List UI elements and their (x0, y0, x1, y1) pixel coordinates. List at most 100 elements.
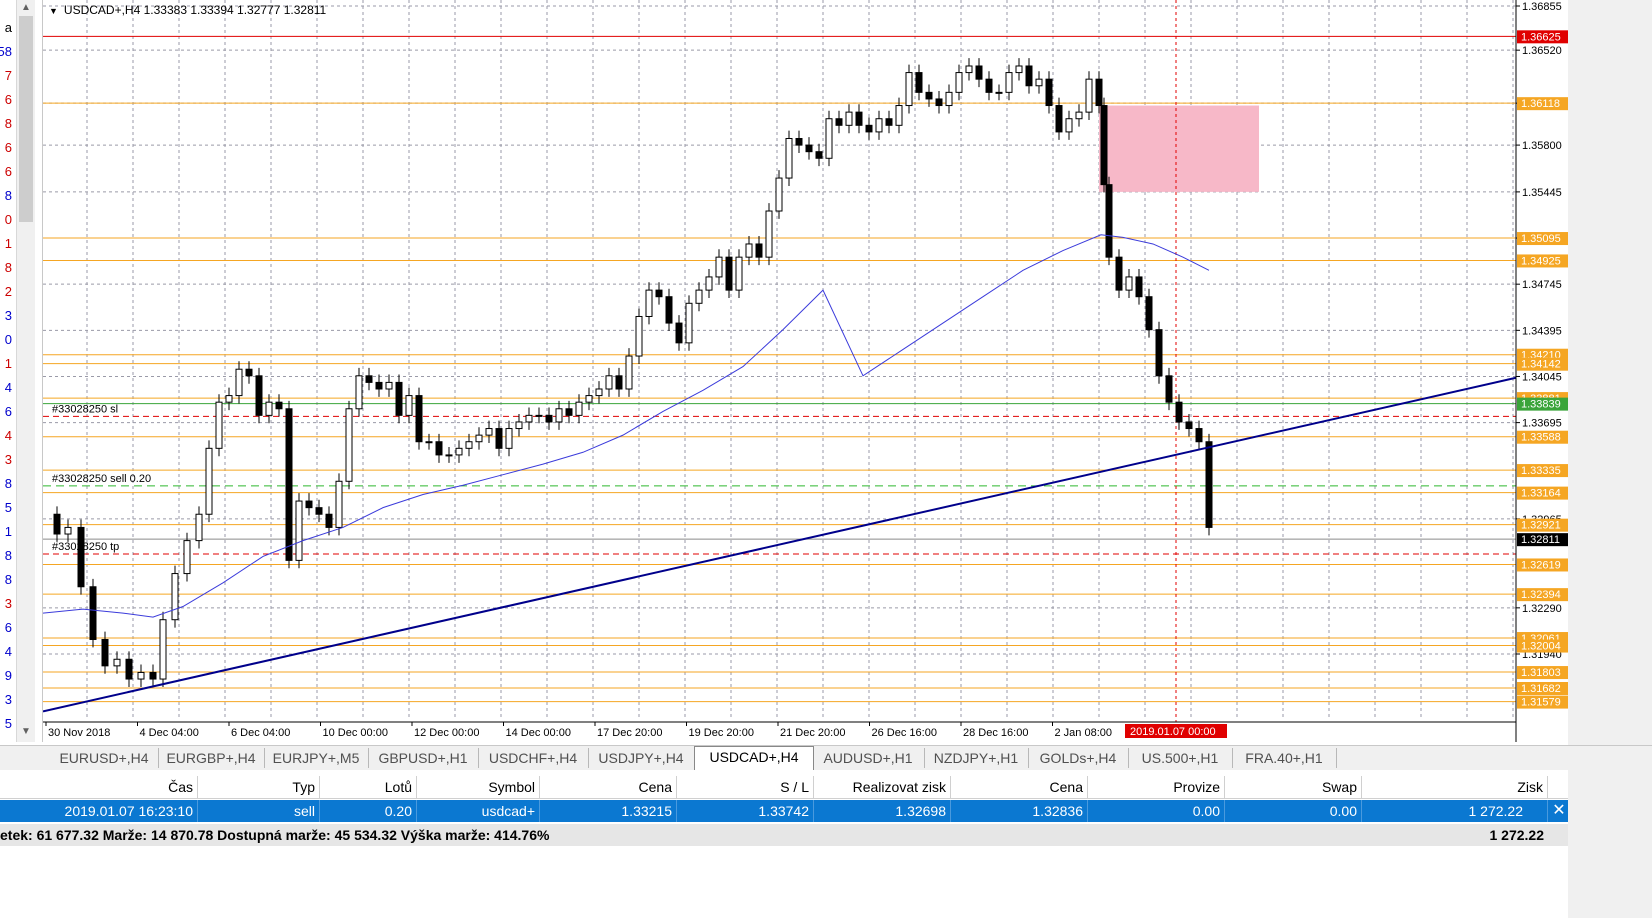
bullish-candle (295, 500, 303, 561)
column-header[interactable]: Provize (1088, 776, 1225, 798)
bullish-candle (965, 65, 973, 74)
market-watch-value: 8 (4, 260, 12, 275)
column-header[interactable]: Realizovat zisk (814, 776, 951, 798)
bullish-candle (385, 381, 393, 390)
collapse-triangle-icon[interactable]: ▼ (49, 6, 58, 16)
bullish-candle (171, 573, 179, 621)
bearish-candle (89, 586, 97, 640)
bullish-candle (405, 395, 413, 416)
market-watch-value: 6 (4, 620, 12, 635)
market-watch-value: 3 (4, 452, 12, 467)
tab-usdchf-h4[interactable]: USDCHF+,H4 (478, 748, 589, 768)
column-header[interactable]: S / L (677, 776, 814, 798)
scroll-down-icon[interactable]: ▼ (21, 726, 31, 737)
bullish-candle (735, 256, 743, 291)
price-tag: 1.32619 (1521, 559, 1561, 571)
bearish-candle (545, 414, 553, 423)
bearish-candle (315, 507, 323, 515)
bullish-candle (575, 401, 583, 416)
bearish-candle (985, 78, 993, 93)
tab-usdcad-h4[interactable]: USDCAD+,H4 (694, 746, 814, 770)
bearish-candle (565, 408, 573, 416)
price-tag: 1.34925 (1521, 255, 1561, 267)
trade-cell: 1.33742 (677, 800, 814, 822)
bearish-candle (865, 124, 873, 133)
trend-line[interactable] (43, 376, 1517, 713)
scroll-up-icon[interactable]: ▲ (21, 2, 31, 13)
market-watch-value: 3 (4, 692, 12, 707)
bullish-candle (775, 177, 783, 212)
tab-usdjpy-h4[interactable]: USDJPY+,H4 (588, 748, 695, 768)
tab-golds-h4[interactable]: GOLDs+,H4 (1028, 748, 1129, 768)
column-header[interactable]: Cena (540, 776, 677, 798)
stop-loss-label: #33028250 sl (52, 403, 118, 415)
column-header[interactable]: Typ (198, 776, 320, 798)
bullish-candle (355, 375, 363, 410)
bullish-candle (1035, 78, 1043, 87)
price-axis-label: 1.34395 (1522, 325, 1562, 337)
bullish-candle (335, 480, 343, 528)
bullish-candle (625, 355, 633, 390)
price-axis-label: 1.32290 (1522, 603, 1562, 615)
bullish-candle (345, 408, 353, 482)
time-axis-label: 4 Dec 04:00 (140, 727, 199, 739)
close-icon[interactable]: ✕ (1550, 800, 1568, 822)
column-header[interactable]: Zisk (1362, 776, 1548, 798)
trade-cell: 0.00 (1088, 800, 1225, 822)
price-tag: 1.33839 (1521, 399, 1561, 411)
time-axis-label: 6 Dec 04:00 (231, 727, 290, 739)
market-watch-value: 6 (4, 92, 12, 107)
bullish-candle (745, 243, 753, 258)
bullish-candle (1065, 118, 1073, 133)
bearish-candle (725, 256, 733, 291)
trade-row[interactable]: 2019.01.07 16:23:10 sell 0.20 usdcad+ 1.3321… (0, 800, 1568, 822)
column-header[interactable]: Symbol (417, 776, 540, 798)
price-axis-label: 1.34745 (1522, 279, 1562, 291)
bearish-candle (77, 526, 85, 588)
column-header[interactable]: Cena (951, 776, 1088, 798)
tab-eurusd-h4[interactable]: EURUSD+,H4 (50, 748, 159, 768)
scrollbar-thumb[interactable] (19, 16, 33, 222)
time-axis-label: 21 Dec 20:00 (780, 727, 845, 739)
price-chart[interactable]: #33028250 sl #33028250 sell 0.20 #33028250… (43, 0, 1568, 742)
bearish-candle (495, 428, 503, 449)
bearish-candle (275, 401, 283, 410)
market-watch-value: 8 (4, 476, 12, 491)
trade-cell: sell (198, 800, 320, 822)
bearish-candle (1175, 401, 1183, 423)
bullish-candle (705, 276, 713, 291)
price-tag: 1.31579 (1521, 697, 1561, 709)
market-watch-value: 5 (4, 500, 12, 515)
tab-gbpusd-h1[interactable]: GBPUSD+,H1 (368, 748, 479, 768)
bearish-candle (415, 395, 423, 443)
bullish-candle (515, 421, 523, 430)
price-tag: 1.31682 (1521, 683, 1561, 695)
tab-nzdjpy-h1[interactable]: NZDJPY+,H1 (924, 748, 1029, 768)
bullish-candle (465, 441, 473, 449)
bearish-candle (665, 296, 673, 324)
left-scrollbar[interactable]: ▲ ▼ (16, 0, 35, 742)
tab-eurgbp-h4[interactable]: EURGBP+,H4 (158, 748, 265, 768)
bearish-candle (675, 322, 683, 344)
tab-fra-40-h1[interactable]: FRA.40+,H1 (1232, 748, 1337, 768)
time-cursor-tag: 2019.01.07 00:00 (1130, 726, 1216, 738)
bearish-candle (1185, 421, 1193, 430)
bullish-candle (715, 256, 723, 278)
chart-canvas[interactable]: #33028250 sl #33028250 sell 0.20 #33028250… (43, 0, 1568, 742)
tab-us-500-h1[interactable]: US.500+,H1 (1128, 748, 1233, 768)
bearish-candle (1045, 78, 1053, 107)
market-watch-value: 7 (4, 68, 12, 83)
price-axis-label: 1.35800 (1522, 140, 1562, 152)
tab-audusd-h1[interactable]: AUDUSD+,H1 (812, 748, 925, 768)
trade-cell: 1.32698 (814, 800, 951, 822)
market-watch-value: 9 (4, 668, 12, 683)
bullish-candle (825, 118, 833, 159)
bullish-candle (195, 513, 203, 542)
bullish-candle (605, 375, 613, 390)
tab-eurjpy-m5[interactable]: EURJPY+,M5 (264, 748, 369, 768)
bullish-candle (905, 72, 913, 107)
market-watch-value: 8 (4, 548, 12, 563)
column-header[interactable]: Swap (1225, 776, 1362, 798)
column-header[interactable]: Lotů (320, 776, 417, 798)
column-header[interactable]: Čas (0, 776, 198, 798)
